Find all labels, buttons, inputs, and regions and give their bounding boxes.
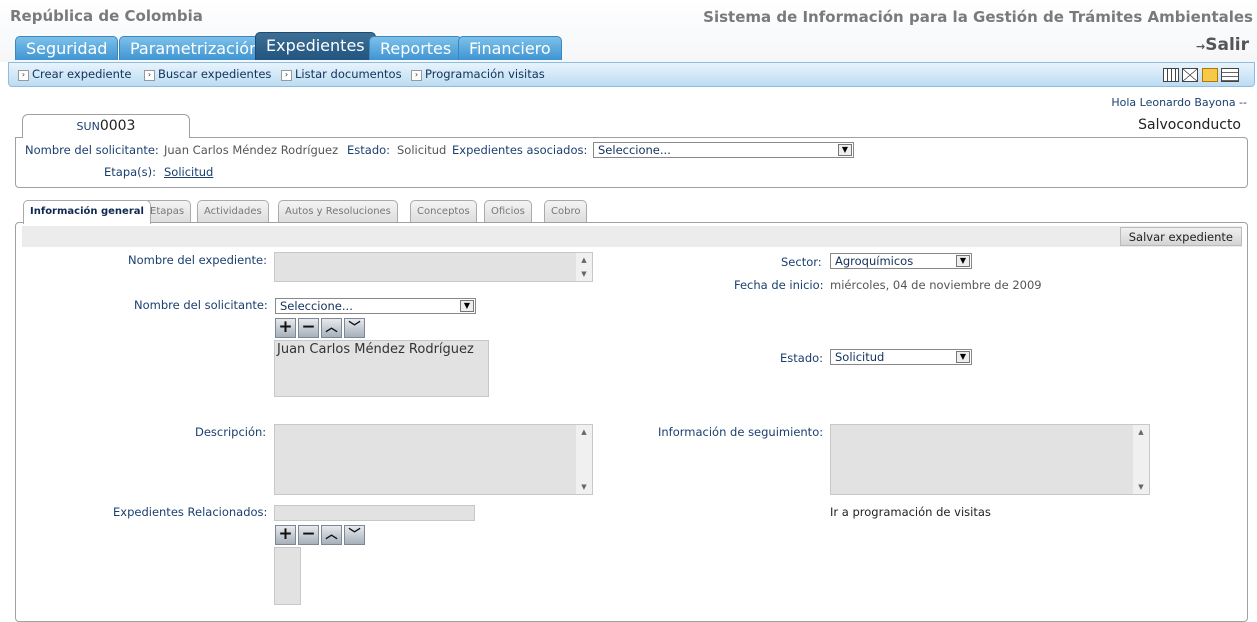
estado-select-value: Solicitud <box>835 350 885 364</box>
relacionados-input[interactable] <box>274 505 475 521</box>
etapa-link[interactable]: Solicitud <box>164 165 213 179</box>
chevron-down-icon: ▼ <box>460 300 474 312</box>
seguimiento-label: Información de seguimiento: <box>658 425 824 439</box>
solicitante-value: Juan Carlos Méndez Rodríguez <box>164 143 339 157</box>
add-icon[interactable]: + <box>275 318 296 338</box>
mail-icon[interactable] <box>1182 68 1198 82</box>
fecha-inicio-label: Fecha de inicio: <box>734 278 824 292</box>
form-action-bar <box>22 226 1242 247</box>
estado-select[interactable]: Solicitud ▼ <box>830 349 972 365</box>
nombre-expediente-input[interactable]: ▲ ▼ <box>274 252 593 282</box>
list-item[interactable]: Juan Carlos Méndez Rodríguez <box>277 342 486 357</box>
remove-icon[interactable]: − <box>298 525 319 545</box>
tab-parametrizacion[interactable]: Parametrización <box>119 36 271 60</box>
menu-label: Programación visitas <box>425 67 545 81</box>
tab-reportes[interactable]: Reportes <box>369 36 463 60</box>
seguimiento-input[interactable]: ▲ ▼ <box>830 424 1150 495</box>
programacion-visitas-link[interactable]: Ir a programación de visitas <box>830 505 991 519</box>
record-type: Salvoconducto <box>1138 117 1241 133</box>
arrow-right-icon: → <box>1196 40 1206 53</box>
nombre-solicitante-label: Nombre del solicitante: <box>134 298 268 312</box>
calendar-icon[interactable] <box>1163 68 1179 82</box>
move-up-icon[interactable]: ︿ <box>321 318 342 338</box>
relacionados-listbox[interactable] <box>274 547 301 605</box>
record-id-number: 0003 <box>99 118 136 134</box>
move-up-icon[interactable]: ︿ <box>321 525 342 545</box>
tab-seguridad[interactable]: Seguridad <box>15 36 119 60</box>
scroll-down-icon: ▼ <box>581 270 587 278</box>
menu-label: Listar documentos <box>295 67 402 81</box>
tab-cobro[interactable]: Cobro <box>544 200 588 223</box>
menu-programacion-visitas[interactable]: › Programación visitas <box>411 67 545 81</box>
record-id-tab: SUN0003 <box>22 114 190 138</box>
menu-crear-expediente[interactable]: › Crear expediente <box>18 67 132 81</box>
chevron-down-icon: ▼ <box>838 144 852 156</box>
scroll-up-icon: ▲ <box>581 428 587 436</box>
tab-oficios[interactable]: Oficios <box>484 200 532 223</box>
arrow-icon: › <box>144 70 155 81</box>
menu-label: Crear expediente <box>32 67 132 81</box>
etapas-label: Etapa(s): <box>104 165 157 179</box>
tab-expedientes[interactable]: Expedientes <box>255 32 376 60</box>
estado-value: Solicitud <box>397 143 447 157</box>
relacionados-label: Expedientes Relacionados: <box>113 505 268 519</box>
descripcion-label: Descripción: <box>195 425 267 439</box>
arrow-icon: › <box>411 70 422 81</box>
sector-select[interactable]: Agroquímicos ▼ <box>830 253 972 269</box>
asociados-label: Expedientes asociados: <box>452 143 588 157</box>
save-expediente-button[interactable]: Salvar expediente <box>1119 227 1242 246</box>
estado-form-label: Estado: <box>780 351 824 365</box>
solicitantes-listbox[interactable]: Juan Carlos Méndez Rodríguez <box>274 340 489 397</box>
asociados-select-value: Seleccione... <box>598 143 671 157</box>
arrow-icon: › <box>281 70 292 81</box>
tab-financiero[interactable]: Financiero <box>458 36 562 60</box>
tasks-icon[interactable] <box>1202 68 1218 82</box>
move-down-icon[interactable]: ﹀ <box>344 525 365 545</box>
sector-label: Sector: <box>781 255 822 269</box>
record-id-prefix: SUN <box>76 120 100 133</box>
asociados-select[interactable]: Seleccione... ▼ <box>593 142 854 158</box>
tab-informacion-general[interactable]: Información general <box>23 200 151 224</box>
solicitante-select[interactable]: Seleccione... ▼ <box>275 298 476 314</box>
add-icon[interactable]: + <box>275 525 296 545</box>
move-down-icon[interactable]: ﹀ <box>344 318 365 338</box>
tab-conceptos[interactable]: Conceptos <box>410 200 477 223</box>
brand-left: República de Colombia <box>10 7 203 25</box>
scroll-down-icon: ▼ <box>581 483 587 491</box>
remove-icon[interactable]: − <box>298 318 319 338</box>
fecha-inicio-value: miércoles, 04 de noviembre de 2009 <box>830 278 1042 292</box>
submenu-bar: › Crear expediente › Buscar expedientes › L… <box>8 62 1255 87</box>
scroll-down-icon: ▼ <box>1138 483 1144 491</box>
solicitante-select-value: Seleccione... <box>280 299 353 313</box>
estado-label: Estado: <box>347 143 391 157</box>
logout-link[interactable]: →Salir <box>1196 35 1249 55</box>
scrollbar[interactable]: ▲ ▼ <box>1133 425 1149 494</box>
document-list-icon[interactable] <box>1221 68 1239 82</box>
logout-label: Salir <box>1205 35 1249 55</box>
menu-buscar-expedientes[interactable]: › Buscar expedientes <box>144 67 271 81</box>
scroll-up-icon: ▲ <box>581 256 587 264</box>
main-form-panel <box>15 222 1248 622</box>
sector-select-value: Agroquímicos <box>835 254 914 268</box>
menu-label: Buscar expedientes <box>158 67 272 81</box>
app-title: Sistema de Información para la Gestión d… <box>703 8 1253 26</box>
scrollbar[interactable]: ▲ ▼ <box>576 253 592 281</box>
solicitante-label: Nombre del solicitante: <box>25 143 159 157</box>
user-greeting: Hola Leonardo Bayona -- <box>1111 96 1247 109</box>
chevron-down-icon: ▼ <box>956 255 970 267</box>
arrow-icon: › <box>18 70 29 81</box>
tab-autos-resoluciones[interactable]: Autos y Resoluciones <box>278 200 398 223</box>
scrollbar[interactable]: ▲ ▼ <box>576 425 592 494</box>
menu-listar-documentos[interactable]: › Listar documentos <box>281 67 402 81</box>
chevron-down-icon: ▼ <box>956 351 970 363</box>
scroll-up-icon: ▲ <box>1138 428 1144 436</box>
descripcion-input[interactable]: ▲ ▼ <box>274 424 593 495</box>
tab-actividades[interactable]: Actividades <box>197 200 269 223</box>
nombre-expediente-label: Nombre del expediente: <box>128 253 267 267</box>
